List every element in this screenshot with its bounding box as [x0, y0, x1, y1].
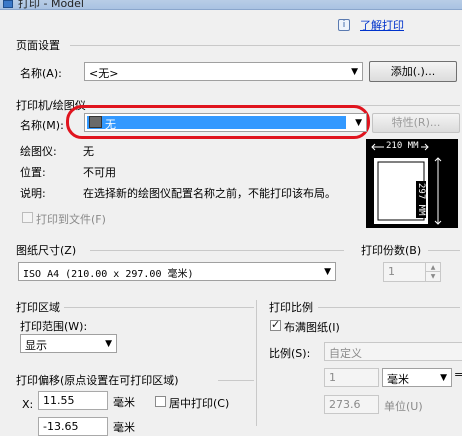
plot-scale-divider: [318, 307, 460, 308]
plot-offset-divider: [218, 380, 254, 381]
location-label: 位置:: [20, 166, 46, 179]
equals-sign: =: [454, 368, 462, 381]
offset-x-value: 11.55: [43, 394, 75, 407]
offset-x-unit: 毫米: [113, 396, 135, 409]
scale-value1: 1: [329, 371, 336, 384]
chevron-down-icon: ▼: [440, 373, 447, 383]
plotter-value: 无: [83, 145, 94, 158]
description-value: 在选择新的绘图仪配置名称之前，不能打印该布局。: [83, 187, 336, 200]
page-setup-group-label: 页面设置: [16, 39, 60, 52]
printer-name-value: 无: [105, 118, 116, 131]
offset-y-unit: 毫米: [113, 421, 135, 434]
printer-name-label: 名称(M):: [20, 119, 64, 132]
learn-print-link[interactable]: 了解打印: [360, 17, 404, 33]
window-title: 打印 - Model: [18, 0, 84, 10]
fit-to-paper-label: 布满图纸(I): [284, 321, 340, 334]
preview-height-label: 297 MM: [416, 181, 426, 218]
location-value: 不可用: [83, 166, 116, 179]
add-page-setup-button[interactable]: 添加(.)...: [369, 61, 457, 82]
plot-range-label: 打印范围(W):: [20, 320, 88, 333]
app-icon: [3, 0, 13, 8]
center-plot-label: 居中打印(C): [169, 397, 230, 410]
scale-value2-input[interactable]: 273.6: [324, 395, 379, 414]
scale-value1-input[interactable]: 1: [324, 368, 379, 387]
title-bar: 打印 - Model: [0, 0, 462, 10]
scale-unit-value: 毫米: [387, 373, 409, 386]
offset-y-input[interactable]: -13.65: [38, 417, 108, 436]
page-setup-name-label: 名称(A):: [20, 67, 62, 80]
paper-size-group-label: 图纸尺寸(Z): [16, 244, 77, 257]
print-to-file-checkbox[interactable]: [22, 212, 33, 223]
fit-to-paper-checkbox[interactable]: [270, 318, 281, 331]
copies-value: 1: [388, 265, 395, 278]
scale-value2: 273.6: [329, 398, 361, 411]
paper-size-dropdown[interactable]: ISO A4 (210.00 x 297.00 毫米) ▼: [18, 262, 336, 281]
paper-preview: 210 MM 297 MM: [366, 139, 458, 228]
paper-size-divider: [90, 250, 344, 251]
copies-group-label: 打印份数(B): [361, 244, 422, 257]
scale-unit-dropdown[interactable]: 毫米 ▼: [382, 368, 452, 387]
description-label: 说明:: [20, 187, 46, 200]
plot-scale-group-label: 打印比例: [269, 301, 313, 314]
center-plot-checkbox[interactable]: [155, 396, 166, 407]
chevron-down-icon: ▼: [351, 67, 358, 77]
plot-area-group-label: 打印区域: [16, 301, 60, 314]
offset-y-value: -13.65: [43, 420, 79, 433]
printer-selected-highlight: [87, 116, 346, 129]
preview-width-label: 210 MM: [384, 141, 421, 151]
plot-area-divider: [64, 307, 254, 308]
chevron-down-icon: ▼: [324, 267, 331, 277]
print-to-file-label: 打印到文件(F): [36, 213, 106, 226]
chevron-down-icon: ▼: [105, 339, 112, 349]
scale-unit-label: 单位(U): [384, 400, 423, 413]
copies-stepper[interactable]: ▲ ▼: [425, 263, 440, 281]
printer-name-dropdown[interactable]: 无 ▼: [84, 113, 367, 132]
scale-value: 自定义: [329, 347, 362, 360]
chevron-down-icon: ▼: [355, 118, 362, 128]
offset-x-input[interactable]: 11.55: [38, 391, 108, 410]
page-setup-name-dropdown[interactable]: <无> ▼: [84, 62, 363, 81]
plot-range-dropdown[interactable]: 显示 ▼: [20, 334, 117, 353]
offset-x-label: X:: [22, 398, 34, 411]
info-icon[interactable]: i: [338, 19, 350, 31]
copies-input[interactable]: 1 ▲ ▼: [383, 262, 441, 282]
chevron-down-icon[interactable]: ▼: [426, 272, 440, 281]
copies-divider: [428, 250, 460, 251]
printer-properties-button[interactable]: 特性(R)...: [372, 113, 460, 133]
scale-label: 比例(S):: [269, 347, 311, 360]
scale-dropdown[interactable]: 自定义: [324, 342, 462, 361]
paper-size-value: ISO A4 (210.00 x 297.00 毫米): [23, 269, 194, 280]
plot-range-value: 显示: [25, 339, 47, 352]
plot-offset-group-label: 打印偏移(原点设置在可打印区域): [16, 374, 179, 387]
paper-preview-drawing: [371, 143, 442, 225]
chevron-up-icon[interactable]: ▲: [426, 263, 440, 272]
page-setup-divider: [70, 45, 460, 46]
printer-icon: [89, 116, 102, 128]
section-divider: [256, 300, 257, 426]
page-setup-name-value: <无>: [89, 67, 119, 80]
plotter-label: 绘图仪:: [20, 145, 57, 158]
